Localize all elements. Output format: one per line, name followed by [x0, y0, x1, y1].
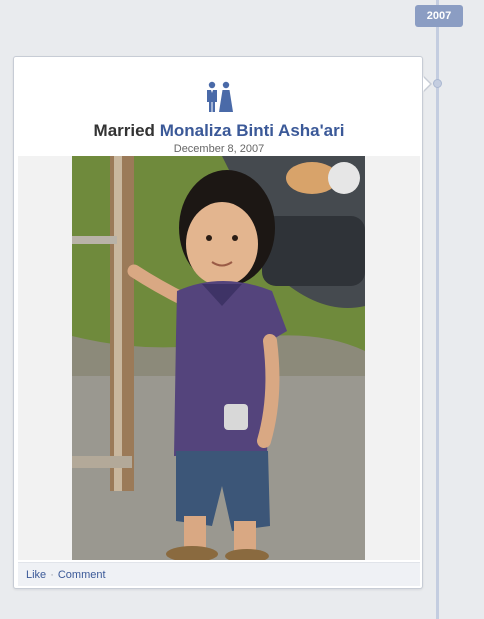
event-date[interactable]: December 8, 2007	[14, 143, 424, 155]
couple-icon	[207, 81, 233, 112]
spouse-name-link[interactable]: Monaliza Binti Asha'ari	[160, 121, 345, 140]
timeline-line	[436, 0, 439, 619]
timeline-dot	[433, 79, 442, 88]
event-verb: Married	[93, 121, 155, 140]
card-pointer	[423, 77, 430, 91]
photo-container	[18, 156, 420, 560]
action-separator: ·	[50, 568, 54, 581]
child-photo-illustration	[72, 156, 365, 560]
year-badge[interactable]: 2007	[415, 5, 463, 27]
event-headline: Married Monaliza Binti Asha'ari	[14, 121, 424, 141]
like-link[interactable]: Like	[26, 569, 46, 581]
event-photo[interactable]	[72, 156, 365, 560]
life-event-card: Married Monaliza Binti Asha'ari December…	[13, 56, 432, 589]
comment-link[interactable]: Comment	[58, 569, 106, 581]
card-actions: Like · Comment	[18, 562, 420, 586]
